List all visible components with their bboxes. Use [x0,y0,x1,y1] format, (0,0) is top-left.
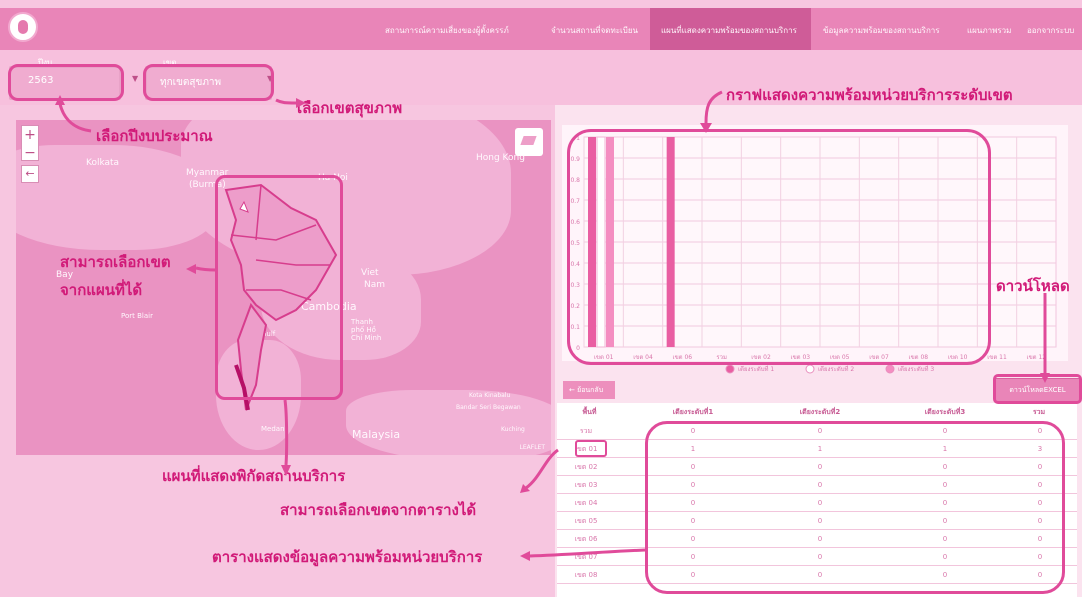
app-screen: สถานการณ์ความเสี่ยงของผู้ตั้งครรภ์ จำนวน… [0,0,1082,597]
annotation-arrows [55,90,1050,561]
